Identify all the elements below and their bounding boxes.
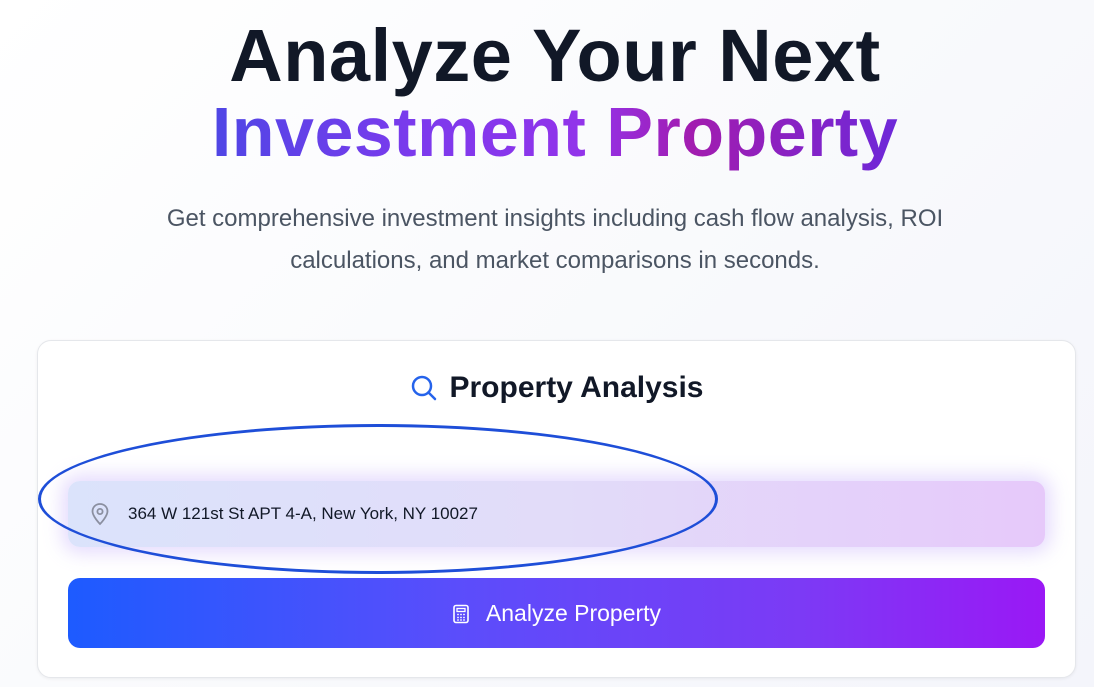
hero-subtitle-line2: calculations, and market comparisons in …	[290, 247, 820, 274]
hero-title-line1: Analyze Your Next	[229, 14, 881, 97]
card-header: Property Analysis	[38, 371, 1075, 405]
property-analysis-card: Property Analysis 364 W 121st St APT 4-A…	[37, 340, 1076, 678]
hero-title-gradient-text: Investment Property	[211, 93, 899, 171]
analyze-button-label: Analyze Property	[485, 599, 662, 626]
hero-subtitle: Get comprehensive investment insights in…	[0, 198, 1094, 282]
calculator-icon	[452, 603, 470, 624]
hero-subtitle-line1: Get comprehensive investment insights in…	[166, 205, 944, 232]
search-icon	[410, 374, 438, 402]
analyze-property-button[interactable]: Analyze Property	[68, 578, 1045, 648]
map-pin-icon	[88, 502, 112, 526]
address-input[interactable]	[126, 493, 930, 535]
address-input-wrapper[interactable]	[68, 481, 1045, 547]
hero-title-line2: Investment Property	[0, 92, 1094, 172]
card-title: Property Analysis	[449, 371, 704, 404]
